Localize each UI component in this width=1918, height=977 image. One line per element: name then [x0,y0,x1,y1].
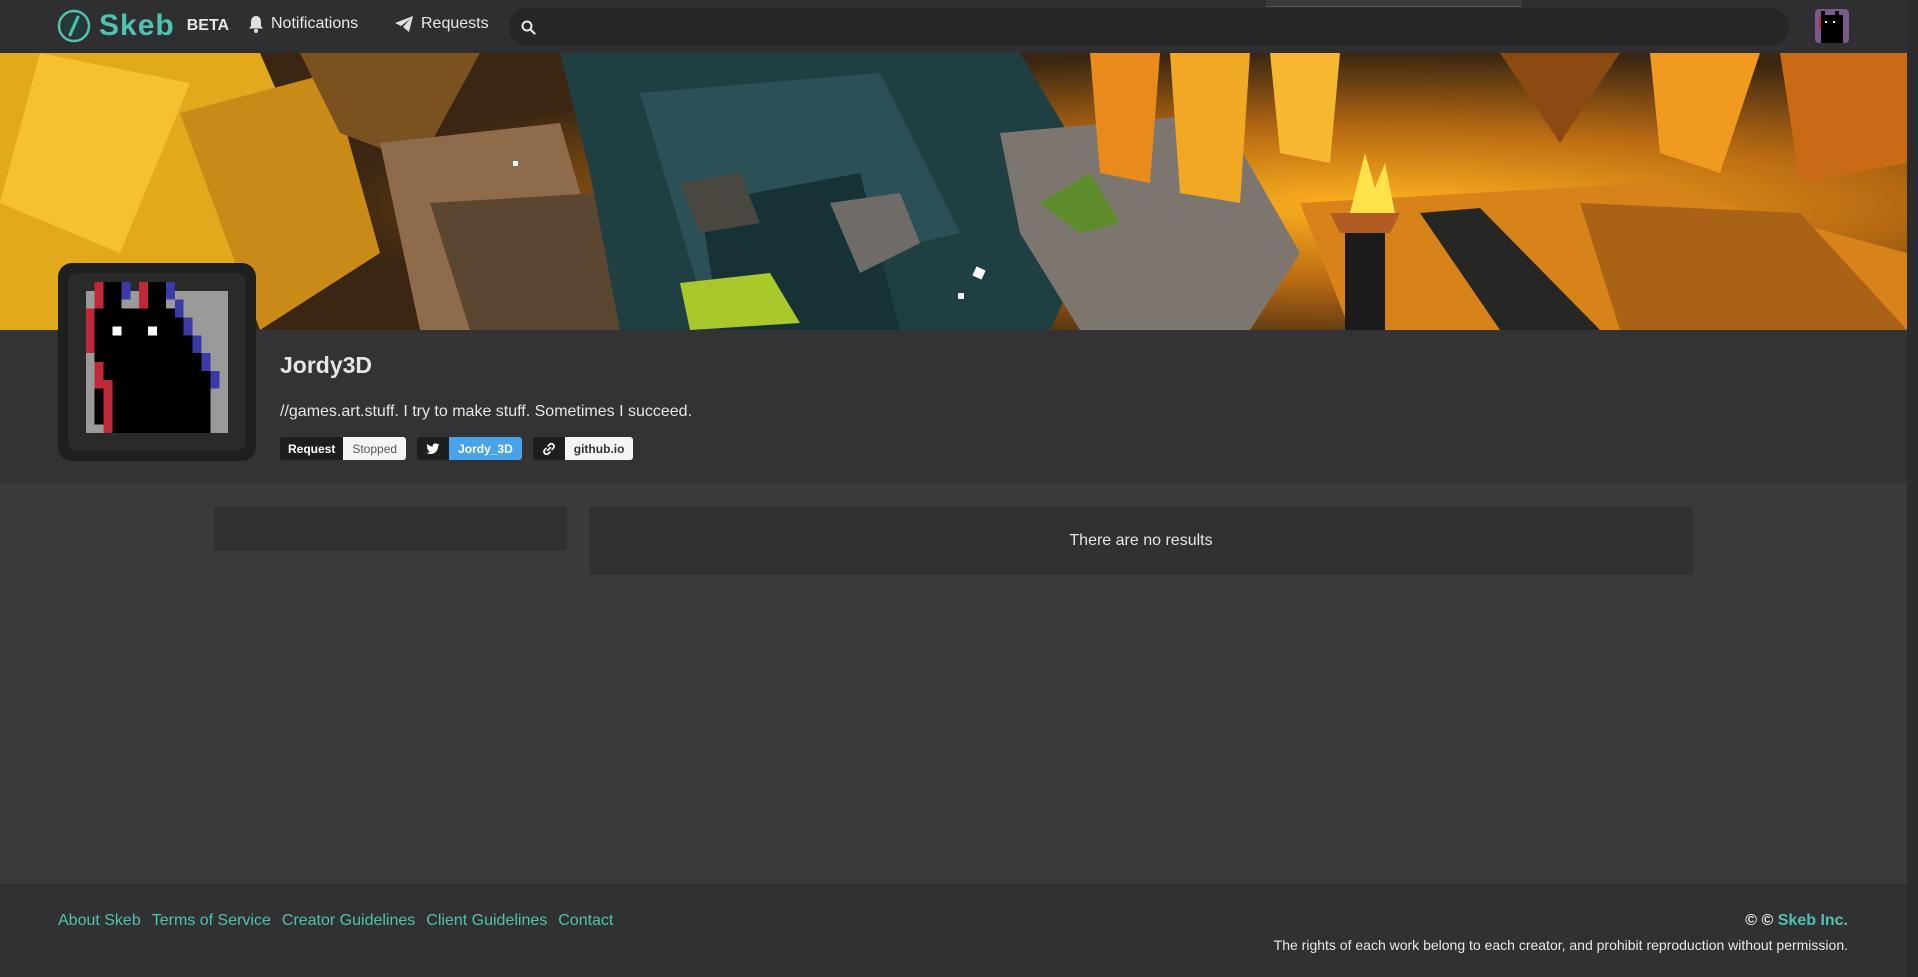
footer-link-creator-guidelines[interactable]: Creator Guidelines [282,912,415,930]
twitter-handle: Jordy_3D [449,437,522,460]
search-icon [521,20,536,35]
skeb-logo-link[interactable]: Skeb BETA [57,9,229,43]
link-icon-wrapper [532,437,565,460]
rights-notice: The rights of each work belong to each c… [1273,937,1848,953]
request-status-tag: Request Stopped [280,437,407,460]
twitter-tag[interactable]: Jordy_3D [417,437,522,460]
paper-plane-icon [395,16,413,32]
request-status-value: Stopped [343,437,407,460]
skeb-logo-icon [57,9,91,43]
results-panel: There are no results [589,506,1693,575]
profile-avatar [58,263,256,461]
footer-link-contact[interactable]: Contact [558,912,613,930]
search-input[interactable] [544,17,1778,37]
footer-links: About Skeb Terms of Service Creator Guid… [58,912,613,930]
overlay-tab [1266,0,1522,7]
logo-text: Skeb [99,9,175,42]
beta-badge: BETA [186,17,230,34]
profile-tags: Request Stopped Jordy_3D github.io [280,437,644,460]
no-results-message: There are no results [1069,531,1213,549]
footer: About Skeb Terms of Service Creator Guid… [0,884,1907,977]
requests-link[interactable]: Requests [394,15,489,33]
copyright-brand-link[interactable]: Skeb Inc. [1778,912,1848,929]
footer-link-terms[interactable]: Terms of Service [152,912,271,930]
side-panel [214,506,567,551]
notifications-label: Notifications [271,15,359,32]
top-navigation-bar: Skeb BETA Notifications Requests [0,0,1918,53]
twitter-icon-wrapper [417,437,450,460]
link-icon [542,442,555,455]
twitter-icon [426,442,440,454]
black-cat-avatar-image [68,273,246,451]
profile-username: Jordy3D [280,352,373,378]
footer-link-client-guidelines[interactable]: Client Guidelines [426,912,547,930]
banner-artwork [0,53,1907,330]
search-bar [509,8,1789,46]
page-scrollbar[interactable] [1907,0,1918,977]
copyright-symbol: © © [1745,912,1774,929]
profile-bio: //games.art.stuff. I try to make stuff. … [280,403,693,420]
user-avatar-button[interactable] [1815,9,1849,43]
footer-link-about[interactable]: About Skeb [58,912,141,930]
notifications-link[interactable]: Notifications [248,15,358,33]
profile-banner-image [0,53,1907,330]
black-cat-avatar-icon [1815,9,1849,43]
website-link-value: github.io [564,437,634,460]
request-tag-label: Request [280,437,344,460]
requests-label: Requests [421,15,489,32]
website-link-tag[interactable]: github.io [532,437,634,460]
bell-icon [249,16,263,33]
copyright: © © Skeb Inc. [1745,912,1848,930]
